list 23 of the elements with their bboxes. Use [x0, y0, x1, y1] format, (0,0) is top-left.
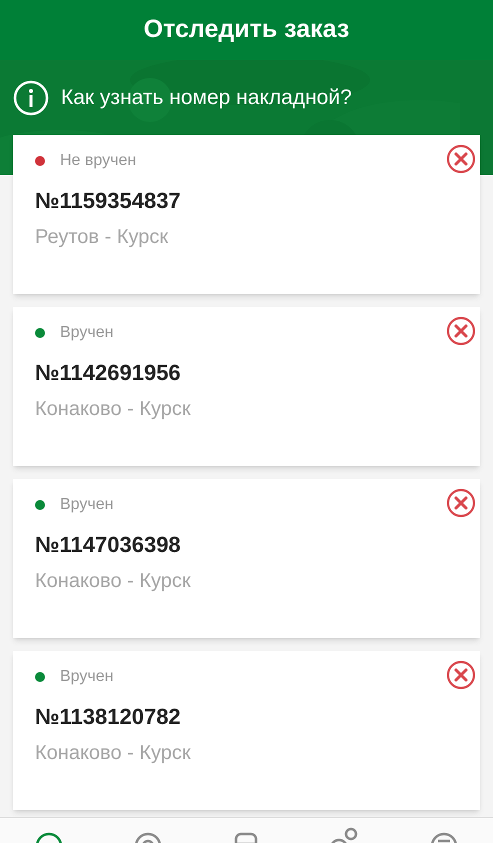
order-number: №1138120782 [35, 703, 182, 731]
screen-title: Отследить заказ [144, 14, 350, 46]
close-button[interactable] [446, 144, 476, 174]
info-link[interactable]: Как узнать номер накладной? [13, 80, 352, 116]
order-card[interactable]: Вручен №1147036398 Конаково - Курск [13, 479, 480, 638]
close-button[interactable] [446, 488, 476, 518]
close-button[interactable] [446, 316, 476, 346]
order-card[interactable]: Не вручен №1159354837 Реутов - Курск [13, 135, 480, 294]
route-text: Конаково - Курск [35, 397, 192, 422]
order-number: №1147036398 [35, 531, 182, 559]
info-icon [13, 80, 49, 116]
order-card[interactable]: Вручен №1142691956 Конаково - Курск [13, 307, 480, 466]
status-label: Вручен [60, 323, 114, 343]
close-button[interactable] [446, 660, 476, 690]
order-number: №1142691956 [35, 359, 182, 387]
order-number: №1159354837 [35, 187, 182, 215]
status-label: Не вручен [60, 151, 136, 171]
route-text: Конаково - Курск [35, 569, 192, 594]
route-text: Реутов - Курск [35, 225, 170, 250]
status-label: Вручен [60, 667, 114, 687]
route-text: Конаково - Курск [35, 741, 192, 766]
status-label: Вручен [60, 495, 114, 515]
order-card[interactable]: Вручен №1138120782 Конаково - Курск [13, 651, 480, 810]
